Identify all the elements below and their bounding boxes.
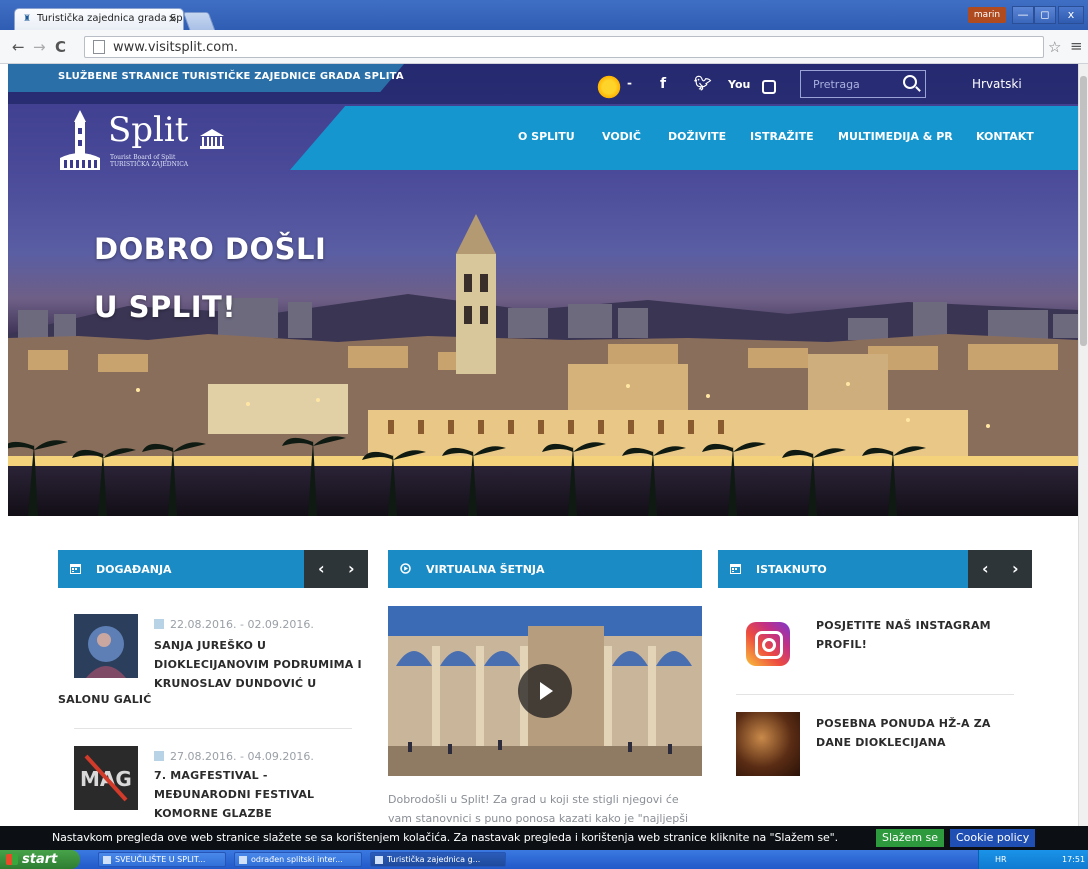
search-box: [800, 70, 926, 98]
virtual-tour-header: VIRTUALNA ŠETNJA: [388, 550, 702, 588]
event-item[interactable]: MAG 27.08.2016. - 04.09.2016. 7. MAGFEST…: [74, 746, 364, 820]
events-next-arrow[interactable]: ›: [348, 559, 355, 578]
nav-istrazite[interactable]: ISTRAŽITE: [750, 130, 814, 143]
windows-flag-icon: [6, 854, 18, 865]
address-bar-row: ← → C www.visitsplit.com. ☆ ≡: [0, 30, 1088, 64]
bell-tower-logo-icon: [60, 110, 100, 170]
event-title[interactable]: 7. MAGFESTIVAL - MEĐUNARODNI FESTIVAL KO…: [154, 766, 364, 823]
scrollbar-thumb[interactable]: [1080, 76, 1087, 346]
events-panel-title: DOGAĐANJA: [96, 563, 172, 576]
tab-title: Turistička zajednica grada Sp: [37, 13, 183, 24]
cookie-consent-bar: Nastavkom pregleda ove web stranice slaž…: [0, 826, 1088, 850]
featured-prev-arrow[interactable]: ‹: [982, 559, 989, 578]
browser-menu-icon[interactable]: ≡: [1070, 37, 1083, 55]
search-input[interactable]: [801, 71, 901, 97]
featured-panel-header: ISTAKNUTO ‹ ›: [718, 550, 1032, 588]
event-title[interactable]: SANJA JUREŠKO U DIOKLECIJANOVIM PODRUMIM…: [154, 636, 364, 693]
nav-dozivite[interactable]: DOŽIVITE: [668, 130, 726, 143]
forward-arrow-icon[interactable]: →: [33, 38, 46, 56]
cookie-agree-button[interactable]: Slažem se: [876, 829, 945, 847]
start-button[interactable]: start: [0, 850, 80, 869]
split-logo[interactable]: Split Tourist Board of Split TURISTIČKA …: [58, 106, 238, 176]
weather-temperature: -: [627, 76, 632, 90]
events-carousel-controls: ‹ ›: [304, 550, 368, 588]
nav-kontakt[interactable]: KONTAKT: [976, 130, 1034, 143]
weather-sun-icon: [596, 74, 622, 100]
taskbar-item-active[interactable]: Turistička zajednica g...: [370, 852, 506, 867]
featured-item[interactable]: POSEBNA PONUDA HŽ-A ZA DANE DIOKLECIJANA: [736, 712, 1026, 782]
facebook-icon[interactable]: f: [660, 76, 666, 92]
minimize-button[interactable]: —: [1012, 6, 1034, 24]
calendar-small-icon: [154, 619, 164, 629]
youtube-icon[interactable]: You: [728, 78, 750, 91]
cookie-policy-button[interactable]: Cookie policy: [950, 829, 1036, 847]
featured-next-arrow[interactable]: ›: [1012, 559, 1019, 578]
site-tagline: SLUŽBENE STRANICE TURISTIČKE ZAJEDNICE G…: [58, 71, 404, 82]
page-icon: [93, 40, 105, 54]
featured-title[interactable]: POSJETITE NAŠ INSTAGRAM PROFIL!: [816, 616, 1026, 654]
profile-badge[interactable]: marin: [968, 7, 1006, 23]
event-thumbnail: [74, 614, 138, 678]
page-scrollbar[interactable]: [1078, 64, 1088, 826]
taskbar-clock: 17:51: [1062, 855, 1086, 864]
url-text: www.visitsplit.com.: [113, 40, 238, 55]
divider: [74, 728, 352, 729]
divider: [736, 694, 1014, 695]
hero-title-line-2: U SPLIT!: [94, 290, 237, 324]
virtual-tour-title: VIRTUALNA ŠETNJA: [426, 563, 545, 576]
event-item[interactable]: 22.08.2016. - 02.09.2016. SANJA JUREŠKO …: [58, 614, 364, 734]
nav-o-splitu[interactable]: O SPLITU: [518, 130, 575, 143]
unesco-icon: [200, 129, 224, 149]
play-circle-icon: [400, 563, 411, 574]
logo-subtitle: Tourist Board of Split TURISTIČKA ZAJEDN…: [110, 154, 189, 168]
bookmark-star-icon[interactable]: ☆: [1048, 38, 1061, 56]
browser-tab-strip: ♜ Turistička zajednica grada Sp × marin —…: [0, 0, 1088, 30]
calendar-icon: [70, 564, 81, 574]
events-panel-header: DOGAĐANJA ‹ ›: [58, 550, 368, 588]
play-button[interactable]: [518, 664, 572, 718]
new-tab-button[interactable]: [182, 12, 216, 30]
nav-multimedija[interactable]: MULTIMEDIJA & PR: [838, 130, 953, 143]
close-window-button[interactable]: x: [1058, 6, 1084, 24]
tray-language[interactable]: HR: [995, 855, 1007, 864]
logo-wordmark: Split: [108, 110, 189, 150]
featured-carousel-controls: ‹ ›: [968, 550, 1032, 588]
calendar-icon: [730, 564, 741, 574]
search-icon[interactable]: [903, 75, 917, 89]
event-date: 27.08.2016. - 04.09.2016.: [154, 750, 314, 763]
hero-title-line-1: DOBRO DOŠLI: [94, 232, 327, 266]
virtual-tour-description: Dobrodošli u Split! Za grad u koji ste s…: [388, 793, 689, 825]
page-viewport: SLUŽBENE STRANICE TURISTIČKE ZAJEDNICE G…: [8, 64, 1078, 826]
language-selector[interactable]: Hrvatski: [972, 77, 1022, 91]
event-date: 22.08.2016. - 02.09.2016.: [154, 618, 314, 631]
instagram-small-icon[interactable]: [762, 80, 776, 94]
back-arrow-icon[interactable]: ←: [12, 38, 25, 56]
taskbar-item[interactable]: SVEUČILIŠTE U SPLIT...: [98, 852, 226, 867]
featured-item[interactable]: POSJETITE NAŠ INSTAGRAM PROFIL!: [736, 614, 1026, 684]
taskbar-item[interactable]: odrađen splitski inter...: [234, 852, 362, 867]
reload-icon[interactable]: C: [55, 38, 66, 56]
twitter-icon[interactable]: 🐦︎: [694, 76, 712, 92]
browser-tab[interactable]: ♜ Turistička zajednica grada Sp ×: [14, 8, 184, 30]
nav-vodic[interactable]: VODIČ: [602, 130, 641, 143]
event-title-continuation[interactable]: SALONU GALIĆ: [58, 693, 152, 706]
featured-thumbnail: [736, 712, 800, 776]
instagram-icon: [746, 622, 790, 666]
event-thumbnail: MAG: [74, 746, 138, 810]
tab-close-icon[interactable]: ×: [168, 12, 177, 25]
maximize-button[interactable]: ◻: [1034, 6, 1056, 24]
hero-banner: SLUŽBENE STRANICE TURISTIČKE ZAJEDNICE G…: [8, 64, 1078, 516]
site-favicon-icon: ♜: [23, 14, 32, 24]
events-prev-arrow[interactable]: ‹: [318, 559, 325, 578]
cookie-message: Nastavkom pregleda ove web stranice slaž…: [52, 831, 839, 844]
featured-panel-title: ISTAKNUTO: [756, 563, 827, 576]
calendar-small-icon: [154, 751, 164, 761]
windows-taskbar: start SVEUČILIŠTE U SPLIT... odrađen spl…: [0, 850, 1088, 869]
url-input[interactable]: www.visitsplit.com.: [84, 36, 1044, 58]
virtual-tour-video[interactable]: [388, 606, 702, 776]
featured-title[interactable]: POSEBNA PONUDA HŽ-A ZA DANE DIOKLECIJANA: [816, 714, 1026, 752]
